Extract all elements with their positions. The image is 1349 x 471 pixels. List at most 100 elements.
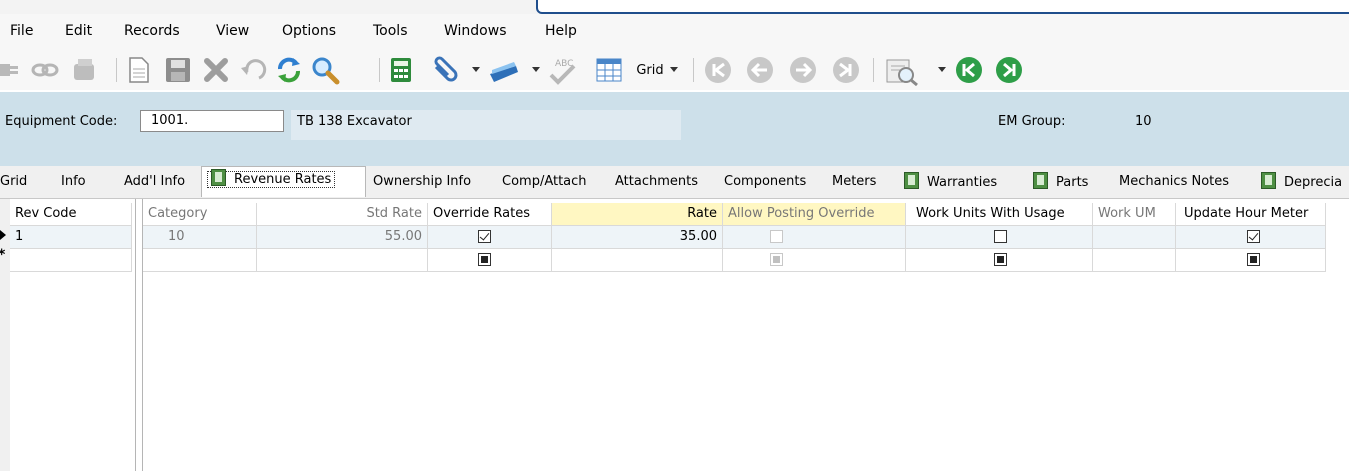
tab-label: Ownership Info: [373, 174, 472, 189]
tab-label: Attachments: [615, 174, 698, 189]
first-record-icon[interactable]: [700, 55, 736, 85]
last-record-icon[interactable]: [828, 55, 864, 85]
override-rates-cell[interactable]: [428, 226, 552, 249]
tab-addl-info[interactable]: Add'l Info: [124, 172, 185, 196]
last-batch-icon[interactable]: [992, 55, 1026, 85]
equipment-icon[interactable]: [70, 55, 100, 85]
grid-view-label: Grid: [636, 62, 664, 78]
refresh-icon[interactable]: [272, 55, 306, 85]
form-icon: [904, 172, 919, 189]
menu-records[interactable]: Records: [124, 23, 180, 39]
revenue-rates-grid: Category Std Rate Override Rates Rate Al…: [143, 199, 1349, 471]
override-rates-checkbox[interactable]: [477, 253, 491, 266]
menu-windows[interactable]: Windows: [444, 23, 507, 39]
equipment-code-input[interactable]: 1001.: [140, 110, 284, 132]
tab-label: Components: [724, 174, 807, 189]
allow-posting-override-checkbox[interactable]: [770, 230, 783, 243]
menu-tools[interactable]: Tools: [373, 23, 408, 39]
menu-file[interactable]: File: [10, 23, 33, 39]
rev-code-cell[interactable]: 1: [10, 226, 132, 249]
grid-view-icon[interactable]: [592, 55, 626, 85]
first-batch-icon[interactable]: [952, 55, 986, 85]
attachment-dropdown-icon[interactable]: [470, 55, 482, 85]
update-hour-meter-checkbox[interactable]: [1246, 230, 1260, 243]
column-header-rev-code[interactable]: Rev Code: [10, 203, 132, 226]
allow-posting-override-cell[interactable]: [723, 226, 906, 249]
tab-comp-attach[interactable]: Comp/Attach: [502, 172, 587, 196]
rev-code-cell[interactable]: [10, 249, 132, 272]
column-header-rate[interactable]: Rate: [552, 203, 723, 226]
calculator-icon[interactable]: [385, 55, 417, 85]
work-units-with-usage-checkbox[interactable]: [994, 230, 1007, 243]
lookup-dropdown-icon[interactable]: [936, 55, 948, 85]
tab-revenue-rates[interactable]: Revenue Rates: [201, 166, 366, 197]
menu-help[interactable]: Help: [545, 23, 577, 39]
work-units-with-usage-checkbox[interactable]: [994, 253, 1007, 266]
allow-posting-override-checkbox[interactable]: [770, 253, 783, 266]
tab-attachments[interactable]: Attachments: [615, 172, 698, 196]
tab-label: Mechanics Notes: [1119, 174, 1230, 189]
rate-cell[interactable]: 35.00: [552, 226, 723, 249]
new-record-icon[interactable]: [124, 55, 154, 85]
previous-record-icon[interactable]: [742, 55, 778, 85]
work-units-with-usage-cell[interactable]: [906, 249, 1093, 272]
work-um-cell[interactable]: [1093, 249, 1176, 272]
update-hour-meter-cell[interactable]: [1176, 226, 1326, 249]
equipment-description: TB 138 Excavator: [291, 110, 681, 140]
override-rates-checkbox[interactable]: [477, 230, 491, 243]
work-units-with-usage-cell[interactable]: [906, 226, 1093, 249]
menu-edit[interactable]: Edit: [65, 23, 92, 39]
column-header-update-hour-meter[interactable]: Update Hour Meter: [1176, 203, 1326, 226]
menu-view[interactable]: View: [216, 23, 249, 39]
column-header-category[interactable]: Category: [143, 203, 257, 226]
tab-mechanics-notes[interactable]: Mechanics Notes: [1119, 172, 1229, 196]
menu-bar: File Edit Records View Options Tools Win…: [0, 14, 1349, 50]
save-icon[interactable]: [162, 55, 194, 85]
undo-icon[interactable]: [238, 55, 268, 85]
form-icon: [1033, 172, 1048, 189]
allow-posting-override-cell[interactable]: [723, 249, 906, 272]
tab-grid[interactable]: Grid: [0, 172, 27, 196]
tab-parts[interactable]: Parts: [1033, 172, 1088, 196]
work-um-cell[interactable]: [1093, 226, 1176, 249]
column-header-work-um[interactable]: Work UM: [1093, 203, 1176, 226]
next-record-icon[interactable]: [785, 55, 821, 85]
column-header-work-units-with-usage[interactable]: Work Units With Usage: [906, 203, 1093, 226]
tab-meters[interactable]: Meters: [832, 172, 876, 196]
scanner-icon[interactable]: [487, 55, 521, 85]
column-header-override-rates[interactable]: Override Rates: [428, 203, 552, 226]
lookup-icon[interactable]: [880, 55, 924, 86]
grid-view-dropdown[interactable]: Grid: [629, 55, 687, 85]
title-bar: [0, 0, 1349, 14]
column-header-std-rate[interactable]: Std Rate: [257, 203, 428, 226]
title-search-box[interactable]: [536, 0, 1349, 14]
search-icon[interactable]: [306, 55, 344, 85]
std-rate-cell[interactable]: [257, 249, 428, 272]
rate-cell[interactable]: [552, 249, 723, 272]
attachment-icon[interactable]: [428, 55, 462, 85]
update-hour-meter-cell[interactable]: [1176, 249, 1326, 272]
menu-options[interactable]: Options: [282, 23, 336, 39]
std-rate-cell[interactable]: 55.00: [257, 226, 428, 249]
update-hour-meter-checkbox[interactable]: [1246, 253, 1260, 266]
tab-info[interactable]: Info: [61, 172, 86, 196]
scanner-dropdown-icon[interactable]: [530, 55, 542, 85]
plug-icon[interactable]: [0, 55, 20, 85]
tab-components[interactable]: Components: [724, 172, 806, 196]
tab-ownership-info[interactable]: Ownership Info: [373, 172, 471, 196]
column-header-allow-posting-override[interactable]: Allow Posting Override: [723, 203, 906, 226]
override-rates-cell[interactable]: [428, 249, 552, 272]
spellcheck-icon[interactable]: ABC: [545, 55, 579, 85]
form-icon: [1261, 172, 1276, 189]
delete-icon[interactable]: [200, 55, 232, 85]
form-icon: [211, 169, 226, 186]
tab-label: Meters: [832, 174, 877, 189]
tab-depreciation[interactable]: Deprecia: [1261, 172, 1342, 196]
category-cell[interactable]: 10: [143, 226, 257, 249]
tab-label: Grid: [0, 174, 28, 189]
link-icon[interactable]: [30, 55, 60, 85]
grid-splitter[interactable]: [135, 199, 143, 471]
category-cell[interactable]: [143, 249, 257, 272]
tab-warranties[interactable]: Warranties: [904, 172, 997, 196]
new-row-asterisk-icon: *: [0, 247, 5, 263]
